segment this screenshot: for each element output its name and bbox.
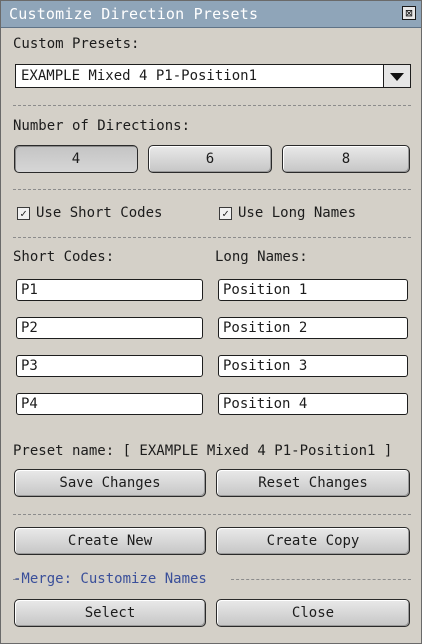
short-code-field-3[interactable] [16, 355, 203, 377]
separator [13, 237, 411, 238]
long-names-label: Long Names: [215, 249, 308, 265]
close-icon[interactable]: ⊠ [402, 6, 416, 20]
use-short-codes-label: Use Short Codes [36, 205, 163, 221]
separator [13, 514, 411, 515]
merge-customize-names-link[interactable]: -Merge: Customize Names [13, 571, 207, 587]
separator [13, 189, 411, 190]
customize-direction-presets-dialog: Customize Direction Presets ⊠ Custom Pre… [0, 0, 422, 644]
long-name-field-1[interactable] [218, 279, 408, 301]
check-icon: ✓ [17, 206, 30, 220]
short-codes-label: Short Codes: [13, 249, 115, 265]
window-title: Customize Direction Presets [9, 5, 259, 23]
number-of-directions-label: Number of Directions: [13, 118, 191, 134]
long-name-field-2[interactable] [218, 317, 408, 339]
custom-presets-selected: EXAMPLE Mixed 4 P1-Position1 [21, 68, 258, 84]
custom-presets-label: Custom Presets: [13, 36, 140, 52]
create-copy-button[interactable]: Create Copy [216, 527, 410, 555]
separator [13, 105, 411, 106]
directions-8-button[interactable]: 8 [282, 145, 410, 173]
custom-presets-dropdown[interactable]: EXAMPLE Mixed 4 P1-Position1 [15, 64, 411, 88]
long-name-field-4[interactable] [218, 393, 408, 415]
short-code-field-2[interactable] [16, 317, 203, 339]
directions-6-button[interactable]: 6 [148, 145, 272, 173]
use-long-names-label: Use Long Names [238, 205, 357, 221]
separator [231, 579, 411, 580]
title-bar: Customize Direction Presets ⊠ [1, 1, 421, 28]
short-code-field-4[interactable] [16, 393, 203, 415]
directions-4-button[interactable]: 4 [14, 145, 138, 173]
chevron-down-icon[interactable] [383, 64, 411, 88]
long-name-field-3[interactable] [218, 355, 408, 377]
create-new-button[interactable]: Create New [14, 527, 206, 555]
use-long-names-checkbox[interactable]: ✓ Use Long Names [219, 205, 356, 221]
close-button[interactable]: Close [216, 599, 410, 627]
short-code-field-1[interactable] [16, 279, 203, 301]
select-button[interactable]: Select [14, 599, 206, 627]
preset-name-text: Preset name: [ EXAMPLE Mixed 4 P1-Positi… [13, 443, 393, 459]
use-short-codes-checkbox[interactable]: ✓ Use Short Codes [17, 205, 162, 221]
reset-changes-button[interactable]: Reset Changes [216, 469, 410, 497]
save-changes-button[interactable]: Save Changes [14, 469, 206, 497]
check-icon: ✓ [219, 206, 232, 220]
